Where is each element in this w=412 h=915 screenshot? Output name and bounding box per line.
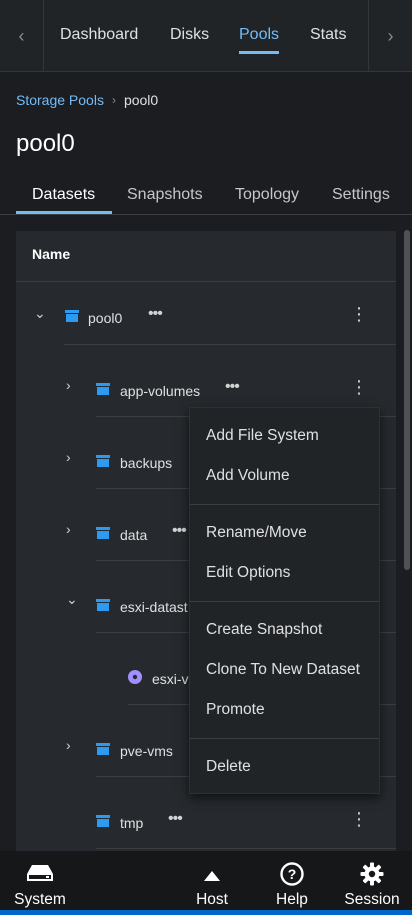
tree-label: tmp xyxy=(120,815,144,831)
top-nav: ‹ Dashboard Disks Pools Stats › xyxy=(0,0,412,72)
tab-datasets[interactable]: Datasets xyxy=(32,186,95,204)
menu-item-add-volume[interactable]: Add Volume xyxy=(206,467,290,485)
kebab-menu-icon[interactable]: ⋮ xyxy=(350,304,368,325)
bottom-nav-label: Help xyxy=(276,891,308,908)
bottom-accent-bar xyxy=(0,910,412,915)
kebab-menu-icon[interactable]: ⋮ xyxy=(350,377,368,398)
tab-stats[interactable]: Stats xyxy=(310,26,346,44)
bottom-nav-help[interactable]: ? Help xyxy=(252,851,332,909)
menu-item-promote[interactable]: Promote xyxy=(206,701,265,719)
tree-row-pool0[interactable]: ⌄ pool0 ••• ⋮ xyxy=(16,281,396,353)
tab-dashboard[interactable]: Dashboard xyxy=(60,26,138,44)
tab-disks[interactable]: Disks xyxy=(170,26,209,44)
bottom-nav-label: Session xyxy=(344,891,400,908)
bottom-nav-session[interactable]: Session xyxy=(332,851,412,909)
dataset-actions-menu: Add File System Add Volume Rename/Move E… xyxy=(189,407,380,794)
chevron-right-icon[interactable]: › xyxy=(66,737,71,753)
chevron-left-icon: ‹ xyxy=(18,25,25,46)
bottom-nav: System Host ? Help Session xyxy=(0,851,412,915)
tab-pools[interactable]: Pools xyxy=(239,26,280,54)
kebab-menu-icon[interactable]: ⋮ xyxy=(350,809,368,830)
volume-icon xyxy=(128,670,142,684)
tab-snapshots[interactable]: Snapshots xyxy=(127,186,203,204)
more-horizontal-icon[interactable]: ••• xyxy=(225,378,240,396)
menu-item-add-file-system[interactable]: Add File System xyxy=(206,427,319,445)
tree-row-tmp[interactable]: tmp ••• ⋮ xyxy=(16,785,396,857)
help-icon: ? xyxy=(280,862,304,886)
dataset-icon xyxy=(96,599,110,611)
gear-icon xyxy=(360,862,384,886)
dataset-icon xyxy=(96,383,110,395)
tree-label: pve-vms xyxy=(120,743,173,759)
dataset-icon xyxy=(96,743,110,755)
menu-item-create-snapshot[interactable]: Create Snapshot xyxy=(206,621,322,639)
row-divider xyxy=(96,848,396,849)
bottom-nav-label: Host xyxy=(196,891,228,908)
menu-item-delete[interactable]: Delete xyxy=(206,758,251,776)
chevron-right-icon: › xyxy=(111,93,116,107)
tree-label: esxi-v xyxy=(152,671,189,687)
tree-label: backups xyxy=(120,455,173,471)
active-tab-indicator xyxy=(16,211,112,214)
server-icon xyxy=(27,865,53,881)
tree-label: esxi-datast xyxy=(120,599,188,615)
row-divider xyxy=(64,344,396,345)
tree-label: app-volumes xyxy=(120,383,201,399)
svg-text:?: ? xyxy=(288,866,297,882)
menu-item-rename-move[interactable]: Rename/Move xyxy=(206,524,307,542)
dataset-icon xyxy=(96,455,110,467)
chevron-right-icon: › xyxy=(387,25,394,46)
tab-settings[interactable]: Settings xyxy=(332,186,390,204)
page-title: pool0 xyxy=(16,130,75,157)
menu-separator xyxy=(190,504,379,505)
scroll-left-button[interactable]: ‹ xyxy=(0,0,44,72)
tree-label: pool0 xyxy=(88,310,123,326)
menu-separator xyxy=(190,601,379,602)
more-horizontal-icon[interactable]: ••• xyxy=(148,305,163,323)
more-horizontal-icon[interactable]: ••• xyxy=(168,810,183,828)
menu-item-edit-options[interactable]: Edit Options xyxy=(206,564,290,582)
menu-separator xyxy=(190,738,379,739)
bottom-nav-label: System xyxy=(14,891,66,908)
column-header-name: Name xyxy=(32,246,71,262)
menu-item-clone-to-new-dataset[interactable]: Clone To New Dataset xyxy=(206,661,360,679)
bottom-nav-system[interactable]: System xyxy=(0,851,80,909)
dataset-icon xyxy=(65,310,79,322)
chevron-down-icon[interactable]: ⌄ xyxy=(66,591,78,608)
chevron-right-icon[interactable]: › xyxy=(66,449,71,465)
chevron-right-icon[interactable]: › xyxy=(66,377,71,393)
dataset-icon xyxy=(96,527,110,539)
tab-topology[interactable]: Topology xyxy=(235,186,299,204)
chevron-down-icon[interactable]: ⌄ xyxy=(34,305,46,322)
chevron-right-icon[interactable]: › xyxy=(66,521,71,537)
subtabs: Datasets Snapshots Topology Settings xyxy=(0,176,412,215)
breadcrumb: Storage Pools › pool0 xyxy=(16,92,158,108)
tree-label: data xyxy=(120,527,148,543)
dataset-icon xyxy=(96,815,110,827)
breadcrumb-storage-pools[interactable]: Storage Pools xyxy=(16,92,104,108)
scroll-right-button[interactable]: › xyxy=(368,0,412,72)
more-horizontal-icon[interactable]: ••• xyxy=(172,522,187,540)
breadcrumb-current: pool0 xyxy=(123,92,159,108)
caret-up-icon xyxy=(204,871,220,881)
bottom-nav-host[interactable]: Host xyxy=(172,851,252,909)
scrollbar[interactable] xyxy=(404,230,410,570)
